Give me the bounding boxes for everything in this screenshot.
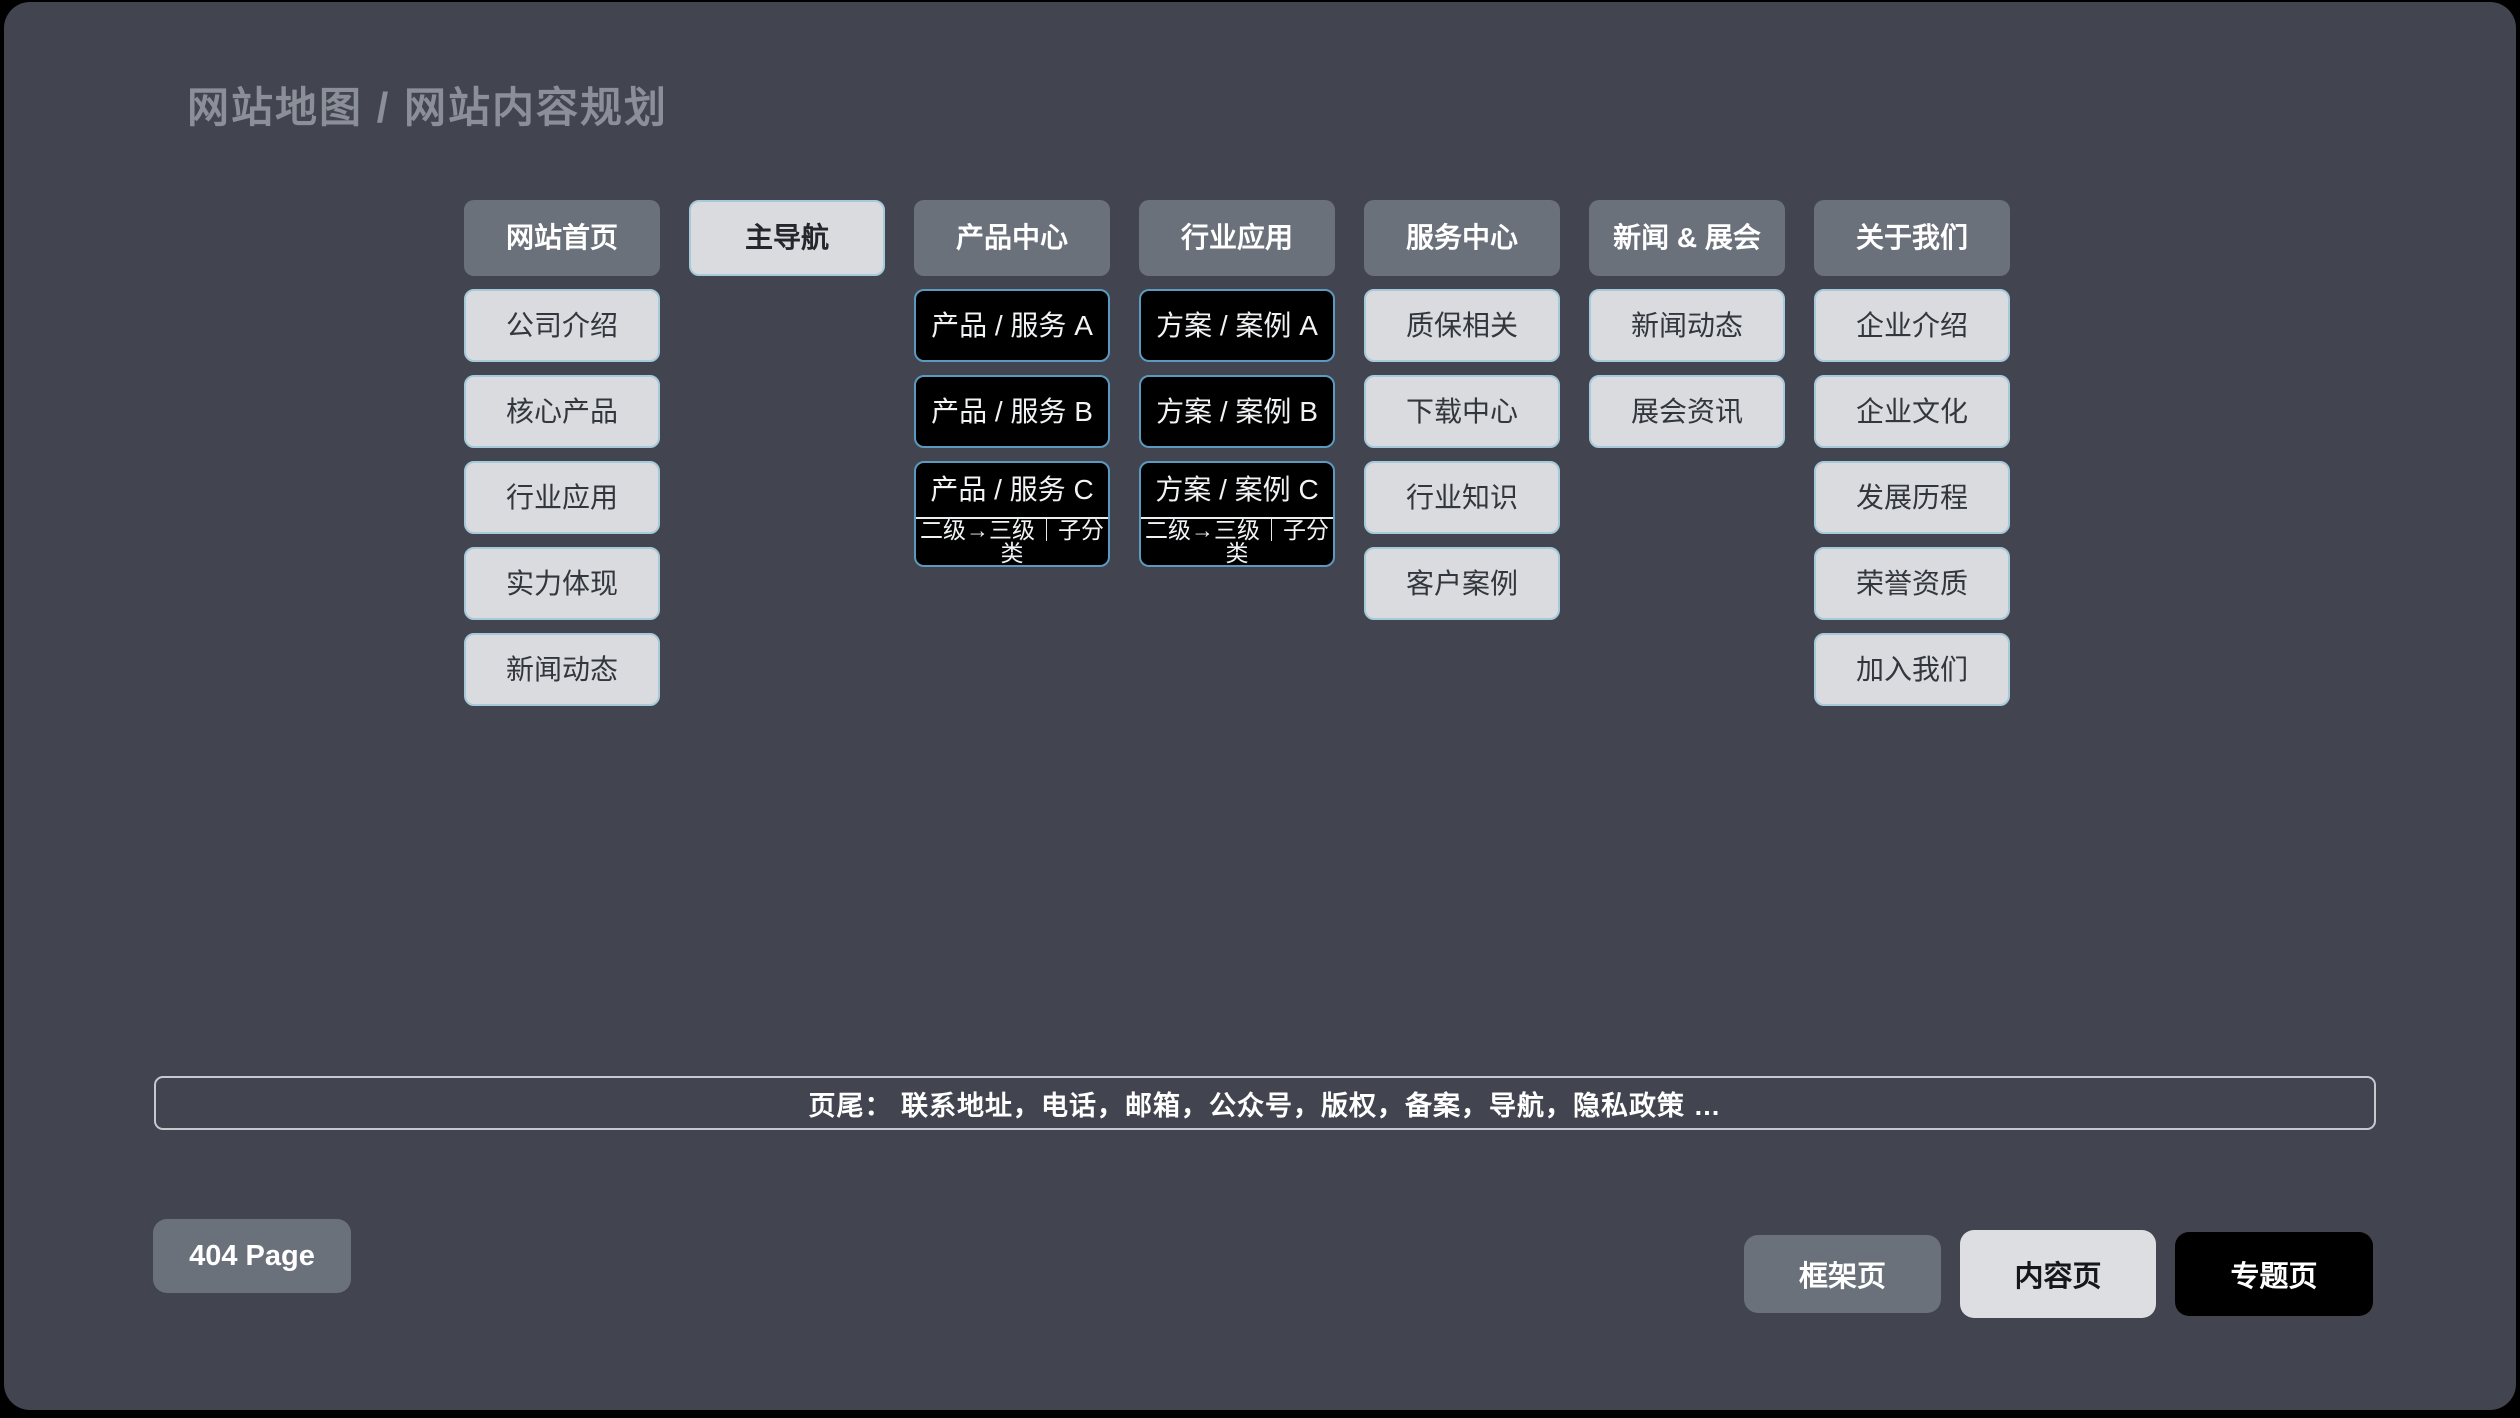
sitemap-node[interactable]: 新闻动态 xyxy=(464,633,660,706)
sitemap-column-2: 主导航 xyxy=(689,200,885,706)
column-header-node[interactable]: 服务中心 xyxy=(1364,200,1560,276)
sitemap-node[interactable]: 企业文化 xyxy=(1814,375,2010,448)
column-header-node[interactable]: 新闻 & 展会 xyxy=(1589,200,1785,276)
footer-node[interactable]: 页尾： 联系地址，电话，邮箱，公众号，版权，备案，导航，隐私政策 … xyxy=(154,1076,2376,1130)
page-title: 网站地图 / 网站内容规划 xyxy=(187,74,668,135)
column-header-node[interactable]: 行业应用 xyxy=(1139,200,1335,276)
footer-text: 页尾： 联系地址，电话，邮箱，公众号，版权，备案，导航，隐私政策 … xyxy=(808,1084,1721,1123)
sitemap-column-5: 服务中心质保相关下载中心行业知识客户案例 xyxy=(1364,200,1560,706)
sitemap-node[interactable]: 产品 / 服务 A xyxy=(914,289,1110,362)
sitemap-node[interactable]: 方案 / 案例 C二级→三级｜子分类 xyxy=(1139,461,1335,567)
legend-button-black[interactable]: 专题页 xyxy=(2175,1232,2373,1316)
sitemap-node[interactable]: 新闻动态 xyxy=(1589,289,1785,362)
sitemap-node[interactable]: 方案 / 案例 A xyxy=(1139,289,1335,362)
sitemap-column-7: 关于我们企业介绍企业文化发展历程荣誉资质加入我们 xyxy=(1814,200,2010,706)
page-404-button[interactable]: 404 Page xyxy=(153,1219,351,1293)
canvas: 网站地图 / 网站内容规划 网站首页公司介绍核心产品行业应用实力体现新闻动态主导… xyxy=(0,0,2520,1418)
sitemap-node[interactable]: 展会资讯 xyxy=(1589,375,1785,448)
column-header-node[interactable]: 产品中心 xyxy=(914,200,1110,276)
sitemap-node[interactable]: 产品 / 服务 C二级→三级｜子分类 xyxy=(914,461,1110,567)
sitemap-node[interactable]: 公司介绍 xyxy=(464,289,660,362)
sitemap-node[interactable]: 荣誉资质 xyxy=(1814,547,2010,620)
sitemap-column-3: 产品中心产品 / 服务 A 产品 / 服务 B 产品 / 服务 C二级→三级｜子分类 xyxy=(914,200,1110,706)
sitemap-node[interactable]: 核心产品 xyxy=(464,375,660,448)
sitemap-node[interactable]: 下载中心 xyxy=(1364,375,1560,448)
sitemap-node[interactable]: 发展历程 xyxy=(1814,461,2010,534)
node-sublabel: 二级→三级｜子分类 xyxy=(916,519,1108,565)
sitemap-board: 网站地图 / 网站内容规划 网站首页公司介绍核心产品行业应用实力体现新闻动态主导… xyxy=(4,2,2516,1410)
node-sublabel: 二级→三级｜子分类 xyxy=(1141,519,1333,565)
column-header-node[interactable]: 主导航 xyxy=(689,200,885,276)
node-label: 产品 / 服务 C xyxy=(916,463,1108,519)
sitemap-node[interactable]: 方案 / 案例 B xyxy=(1139,375,1335,448)
sitemap-column-1: 网站首页公司介绍核心产品行业应用实力体现新闻动态 xyxy=(464,200,660,706)
legend-button-light[interactable]: 内容页 xyxy=(1960,1230,2156,1318)
sitemap-node[interactable]: 实力体现 xyxy=(464,547,660,620)
sitemap-node[interactable]: 产品 / 服务 B xyxy=(914,375,1110,448)
legend-button-gray[interactable]: 框架页 xyxy=(1744,1235,1941,1313)
sitemap-node[interactable]: 加入我们 xyxy=(1814,633,2010,706)
page-type-legend: 框架页内容页专题页 xyxy=(1744,1228,2373,1320)
sitemap-node[interactable]: 客户案例 xyxy=(1364,547,1560,620)
sitemap-node[interactable]: 企业介绍 xyxy=(1814,289,2010,362)
sitemap-column-4: 行业应用方案 / 案例 A 方案 / 案例 B 方案 / 案例 C二级→三级｜子分类 xyxy=(1139,200,1335,706)
node-label: 方案 / 案例 C xyxy=(1141,463,1333,519)
sitemap-columns: 网站首页公司介绍核心产品行业应用实力体现新闻动态主导航产品中心产品 / 服务 A… xyxy=(464,200,2010,706)
sitemap-node[interactable]: 行业知识 xyxy=(1364,461,1560,534)
sitemap-node[interactable]: 质保相关 xyxy=(1364,289,1560,362)
sitemap-node[interactable]: 行业应用 xyxy=(464,461,660,534)
column-header-node[interactable]: 关于我们 xyxy=(1814,200,2010,276)
column-header-node[interactable]: 网站首页 xyxy=(464,200,660,276)
sitemap-column-6: 新闻 & 展会新闻动态展会资讯 xyxy=(1589,200,1785,706)
